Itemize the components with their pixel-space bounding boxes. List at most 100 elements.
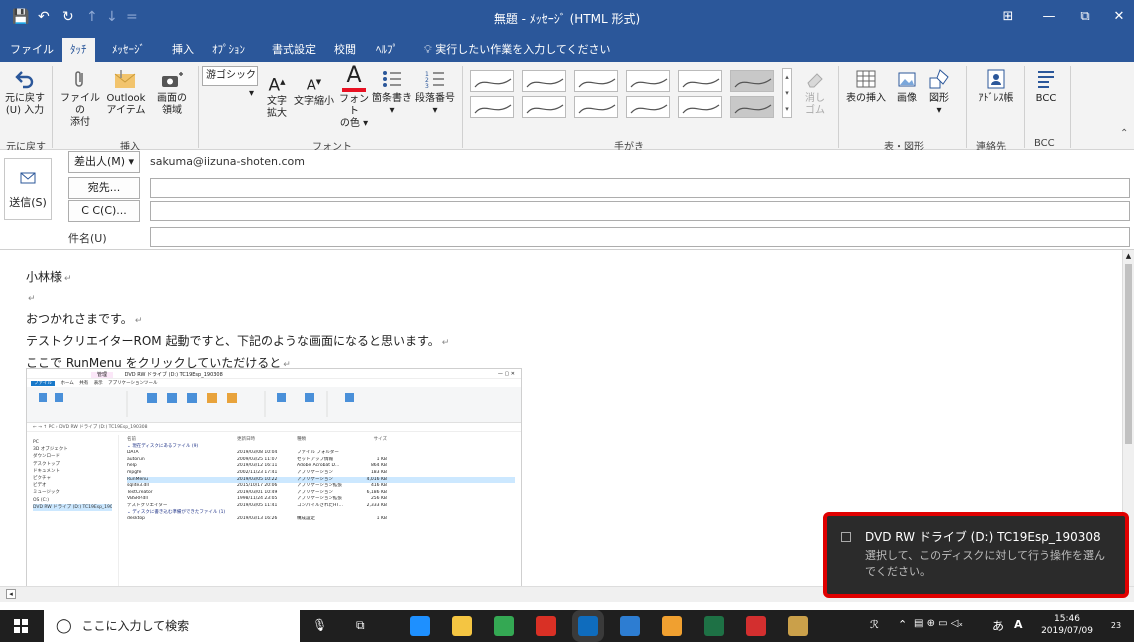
ribbon-display-options-icon[interactable]: ⊞ <box>993 6 1023 28</box>
pen-swatch[interactable] <box>678 96 722 118</box>
pen-swatch[interactable] <box>522 70 566 92</box>
explorer-cell-date: 2019/03/08 10:04 <box>237 450 278 456</box>
file-explorer-icon[interactable] <box>452 616 472 636</box>
edge-icon[interactable] <box>410 616 430 636</box>
attach-file-button[interactable]: ファイルの 添付 <box>58 68 102 129</box>
insert-table-button[interactable]: 表の挿入 <box>842 68 890 105</box>
task-view-icon[interactable]: ⧉ <box>356 618 365 633</box>
pen-gallery-scroll[interactable]: ▴ ▾ ▾ <box>782 68 792 118</box>
notification-center-icon[interactable]: 23 <box>1106 616 1126 636</box>
to-button[interactable]: 宛先... <box>68 177 140 199</box>
explorer-cell-name: mpgfe <box>127 469 142 475</box>
windows-start-icon[interactable] <box>14 619 28 633</box>
scroll-up-icon[interactable]: ▲ <box>1123 252 1134 260</box>
tray-chevron-up-icon[interactable]: ⌃ <box>898 618 907 631</box>
pen-swatch[interactable] <box>730 70 774 92</box>
eraser-button[interactable]: 消し ゴム <box>798 68 832 117</box>
windows-taskbar: ◯ ここに入力して検索 🎙︎ ⧉ ℛ ⌃ ▤ ⊕ ▭ ◁ₓ あ A 15:46 … <box>0 610 1134 642</box>
explorer-tab-file: ファイル <box>31 381 55 386</box>
media-icon[interactable] <box>620 616 640 636</box>
pen-swatch[interactable] <box>678 70 722 92</box>
pen-swatch[interactable] <box>574 96 618 118</box>
image-button[interactable]: 画像 <box>890 68 924 105</box>
screenshot-button[interactable]: 画面の 領域 <box>150 68 194 117</box>
outlook-icon[interactable] <box>578 616 598 636</box>
font-name-select[interactable]: 游ゴシック ▾ <box>202 66 258 99</box>
collapse-ribbon-icon[interactable]: ⌃ <box>1120 128 1128 139</box>
cc-field[interactable] <box>150 201 1130 221</box>
drive-icon <box>841 532 851 542</box>
pen-swatch[interactable] <box>574 70 618 92</box>
camera-icon <box>162 72 183 87</box>
address-book-button[interactable]: ｱﾄﾞﾚｽ帳 <box>970 68 1022 105</box>
tab-insert[interactable]: 挿入 <box>172 41 194 57</box>
shrink-font-button[interactable]: A▼ 文字縮小 <box>294 72 334 108</box>
font-color-button[interactable]: A フォント の色 ▾ <box>338 64 370 130</box>
autoplay-toast-notification[interactable]: DVD RW ドライブ (D:) TC19Esp_190308 選択して、このデ… <box>823 512 1129 598</box>
scroll-left-icon[interactable]: ◂ <box>6 589 16 599</box>
explorer-file-row: TestCreator 2019/03/01 10:49 アプリケーション 6,186… <box>127 490 515 497</box>
explorer-cell-type: Adobe Acrobat D... <box>297 463 340 469</box>
explorer-cell-date: 2015/10/17 20:06 <box>237 483 278 489</box>
to-field[interactable] <box>150 178 1130 198</box>
explorer-group1: ⌄ 現在ディスクにあるファイル (9) <box>127 443 199 449</box>
pen-swatch[interactable] <box>522 96 566 118</box>
tab-format-text[interactable]: 書式設定 <box>272 41 316 57</box>
explorer-nav-item: ピクチャ <box>33 476 51 482</box>
tell-me-search[interactable]: 💡︎ 実行したい作業を入力してください <box>424 41 611 57</box>
tab-touch[interactable]: ﾀｯﾁ <box>62 38 95 62</box>
explorer-cell-type: 構成設定 <box>297 516 315 522</box>
pen-swatch[interactable] <box>470 70 514 92</box>
grow-font-button[interactable]: A▲ 文字 拡大 <box>262 72 292 120</box>
ime-mode-icon[interactable]: A <box>1014 618 1023 631</box>
from-button[interactable]: 差出人(M) ▾ <box>68 151 140 173</box>
font-color-label-1: フォント <box>339 94 369 117</box>
subject-field[interactable] <box>150 227 1130 247</box>
taskbar-search-box[interactable]: ◯ ここに入力して検索 <box>44 610 300 642</box>
tab-options[interactable]: ｵﾌﾟｼｮﾝ <box>212 41 245 57</box>
tab-file[interactable]: ファイル <box>10 41 54 57</box>
close-button[interactable]: ✕ <box>1104 6 1134 28</box>
tab-review[interactable]: 校閲 <box>334 41 356 57</box>
address-book-label: ｱﾄﾞﾚｽ帳 <box>978 93 1014 104</box>
ribbon-tabs: ファイル ﾀｯﾁ ﾒｯｾｰｼﾞ 挿入 ｵﾌﾟｼｮﾝ 書式設定 校閲 ﾍﾙﾌﾟ 💡… <box>0 36 1134 62</box>
explorer-file-row: sqlite3.dll 2015/10/17 20:06 アプリケーション拡張 416… <box>127 483 515 490</box>
restore-button[interactable]: ⧉ <box>1070 6 1100 28</box>
shrink-font-label: 文字縮小 <box>294 96 334 108</box>
undo-button[interactable]: 元に戻す (U) 入力 <box>4 68 46 117</box>
paint-icon[interactable] <box>662 616 682 636</box>
toast-message: 選択して、このディスクに対して行う操作を選んでください。 <box>865 549 1106 578</box>
separator <box>838 66 839 148</box>
tab-message[interactable]: ﾒｯｾｰｼﾞ <box>112 41 145 57</box>
numbering-button[interactable]: 123 段落番号 ▾ <box>414 68 456 117</box>
scroll-thumb[interactable] <box>1125 264 1132 444</box>
acrobat-icon[interactable] <box>746 616 766 636</box>
send-button[interactable]: 送信(S) <box>4 158 52 220</box>
undo-label-1: 元に戻す <box>5 93 45 104</box>
clock[interactable]: 15:46 2019/07/09 <box>1040 613 1094 637</box>
explorer-file-row: DATA 2019/03/08 10:04 ファイル フォルダー <box>127 450 515 457</box>
shapes-button[interactable]: 図形 ▾ <box>924 68 954 117</box>
explorer-cell-name: desktop <box>127 516 145 522</box>
ime-indicator[interactable]: あ <box>992 617 1004 634</box>
excel-icon[interactable] <box>704 616 724 636</box>
bcc-button[interactable]: BCC <box>1026 68 1066 105</box>
cc-button[interactable]: C C(C)... <box>68 200 140 222</box>
pen-swatch[interactable] <box>626 96 670 118</box>
shapes-icon <box>929 69 949 89</box>
explorer-cell-size: 183 KB <box>370 469 387 475</box>
bullets-button[interactable]: 箇条書き ▾ <box>372 68 412 117</box>
minimize-button[interactable]: — <box>1034 6 1064 28</box>
outlook-item-button[interactable]: Outlook アイテム <box>104 68 148 117</box>
pen-swatch[interactable] <box>626 70 670 92</box>
word-icon[interactable] <box>788 616 808 636</box>
microphone-icon[interactable]: 🎙︎ <box>312 618 327 632</box>
chrome-icon[interactable] <box>494 616 514 636</box>
pen-swatch[interactable] <box>730 96 774 118</box>
shrink-font-icon: A▼ <box>306 78 322 94</box>
tab-help[interactable]: ﾍﾙﾌﾟ <box>376 41 398 57</box>
tray-system-icons[interactable]: ▤ ⊕ ▭ ◁ₓ <box>914 618 963 629</box>
pen-swatch[interactable] <box>470 96 514 118</box>
app-icon[interactable] <box>536 616 556 636</box>
tray-people-icon[interactable]: ℛ <box>870 618 879 631</box>
